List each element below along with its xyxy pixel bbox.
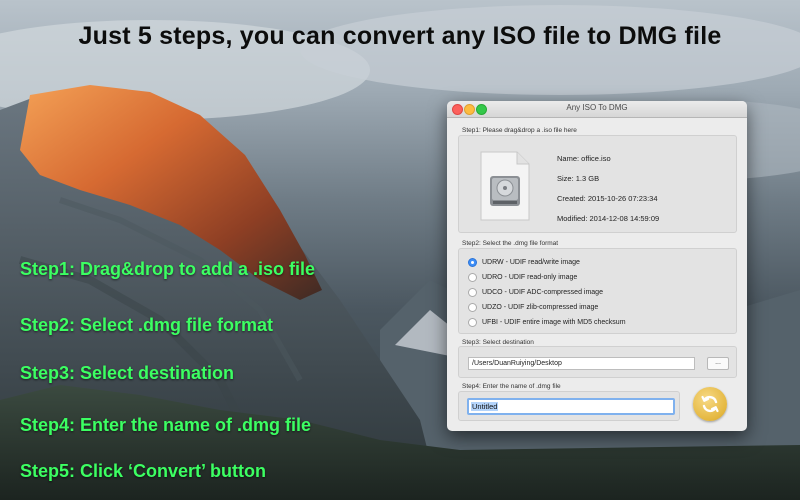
headline: Just 5 steps, you can convert any ISO fi…	[78, 22, 722, 50]
radio-icon[interactable]	[468, 272, 477, 282]
destination-box: /Users/DuanRuiying/Desktop ...	[458, 346, 737, 378]
format-option-udrw[interactable]: UDRW - UDIF read/write image	[468, 256, 580, 268]
radio-icon[interactable]	[468, 302, 477, 312]
title-bar[interactable]: Any ISO To DMG	[447, 101, 747, 118]
format-option-label: UDRW - UDIF read/write image	[482, 258, 580, 266]
disk-image-file-icon	[480, 151, 530, 221]
file-name-text: Name: office.iso	[557, 154, 611, 163]
format-option-udzo[interactable]: UDZO - UDIF zlib-compressed image	[468, 301, 598, 313]
destination-path-field[interactable]: /Users/DuanRuiying/Desktop	[468, 357, 695, 370]
radio-selected-icon[interactable]	[468, 257, 477, 267]
step2-label: Step2: Select the .dmg file format	[462, 240, 559, 247]
radio-icon[interactable]	[468, 317, 477, 327]
browse-button[interactable]: ...	[707, 357, 729, 370]
step-2-instruction: Step2: Select .dmg file format	[20, 315, 274, 335]
app-window: Any ISO To DMG Step1: Please drag&drop a…	[447, 101, 747, 431]
step-5-instruction: Step5: Click ‘Convert’ button	[20, 461, 267, 481]
step-4-instruction: Step4: Enter the name of .dmg file	[20, 415, 312, 435]
step1-label: Step1: Please drag&drop a .iso file here	[462, 127, 577, 134]
format-option-label: UFBI - UDIF entire image with MD5 checks…	[482, 318, 626, 326]
convert-button[interactable]	[693, 387, 727, 421]
iso-drop-zone[interactable]: Name: office.iso Size: 1.3 GB Created: 2…	[458, 135, 737, 233]
dmg-name-input[interactable]: Untitled	[467, 398, 675, 415]
format-option-label: UDZO - UDIF zlib-compressed image	[482, 303, 599, 311]
radio-icon[interactable]	[468, 287, 477, 297]
format-option-ufbi[interactable]: UFBI - UDIF entire image with MD5 checks…	[468, 316, 626, 328]
dmg-name-value: Untitled	[471, 402, 499, 411]
format-option-label: UDRO - UDIF read-only image	[482, 273, 578, 281]
step4-label: Step4: Enter the name of .dmg file	[462, 383, 561, 390]
format-option-udro[interactable]: UDRO - UDIF read-only image	[468, 271, 577, 283]
file-modified-text: Modified: 2014-12-08 14:59:09	[557, 214, 660, 223]
step-1-instruction: Step1: Drag&drop to add a .iso file	[20, 259, 316, 279]
step-3-instruction: Step3: Select destination	[20, 363, 235, 383]
refresh-icon	[701, 395, 719, 413]
format-options-box: UDRW - UDIF read/write image UDRO - UDIF…	[458, 248, 737, 334]
file-size-text: Size: 1.3 GB	[557, 174, 600, 183]
format-option-label: UDCO - UDIF ADC-compressed image	[482, 288, 603, 296]
format-option-udco[interactable]: UDCO - UDIF ADC-compressed image	[468, 286, 603, 298]
file-created-text: Created: 2015-10-26 07:23:34	[557, 194, 658, 203]
step3-label: Step3: Select destination	[462, 339, 534, 346]
window-title: Any ISO To DMG	[566, 103, 628, 112]
